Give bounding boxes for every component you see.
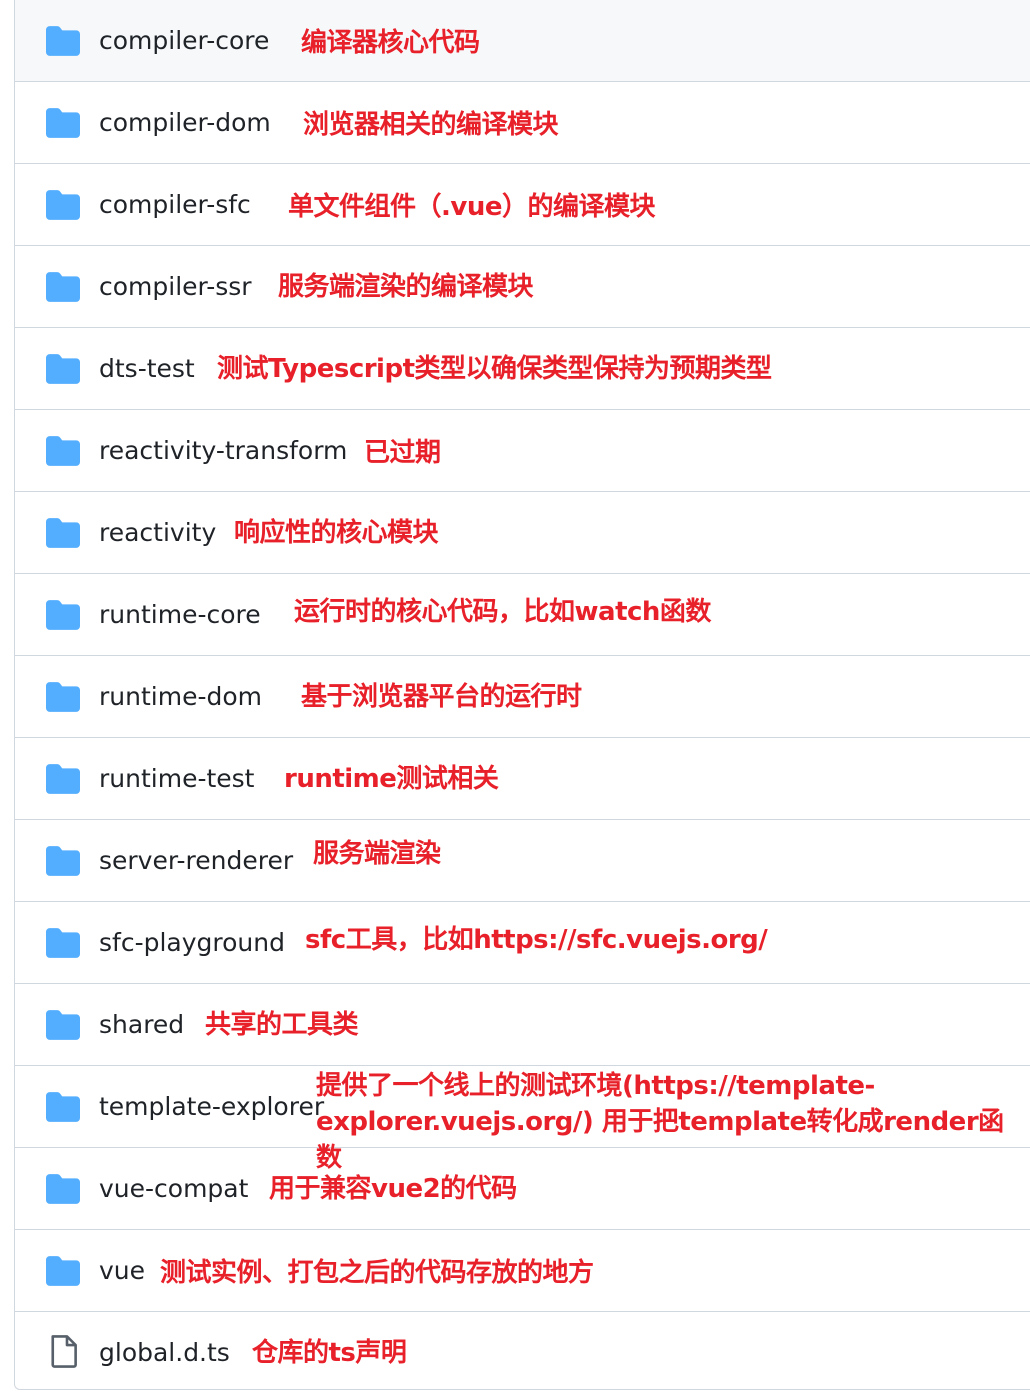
folder-icon — [46, 1092, 80, 1122]
folder-name-link[interactable]: server-renderer — [99, 844, 293, 878]
annotation-text: 已过期 — [364, 438, 441, 468]
list-item-runtime-test[interactable]: runtime-test runtime测试相关 — [15, 738, 1030, 820]
list-item-vue[interactable]: vue 测试实例、打包之后的代码存放的地方 — [15, 1230, 1030, 1312]
folder-name-link[interactable]: shared — [99, 1008, 184, 1042]
folder-icon — [46, 928, 80, 958]
annotation-text: 运行时的核心代码，比如watch函数 — [294, 597, 711, 627]
list-item-runtime-core[interactable]: runtime-core 运行时的核心代码，比如watch函数 — [15, 574, 1030, 656]
annotation-text: runtime测试相关 — [284, 764, 499, 794]
annotation-text: 用于兼容vue2的代码 — [269, 1174, 517, 1204]
annotation-text: sfc工具，比如https://sfc.vuejs.org/ — [305, 925, 768, 955]
list-item-reactivity[interactable]: reactivity 响应性的核心模块 — [15, 492, 1030, 574]
folder-name-link[interactable]: runtime-test — [99, 762, 254, 796]
annotation-text: 单文件组件（.vue）的编译模块 — [288, 192, 655, 222]
list-item-compiler-ssr[interactable]: compiler-ssr 服务端渲染的编译模块 — [15, 246, 1030, 328]
list-item-reactivity-transform[interactable]: reactivity-transform 已过期 — [15, 410, 1030, 492]
folder-name-link[interactable]: compiler-dom — [99, 106, 271, 140]
file-icon — [49, 1334, 79, 1368]
annotation-text: 测试Typescript类型以确保类型保持为预期类型 — [217, 354, 772, 384]
annotation-text: 测试实例、打包之后的代码存放的地方 — [160, 1258, 594, 1288]
list-item-template-explorer[interactable]: template-explorer 提供了一个线上的测试环境(https://t… — [15, 1066, 1030, 1173]
folder-icon — [46, 354, 80, 384]
annotation-text: 服务端渲染的编译模块 — [278, 272, 534, 302]
list-item-sfc-playground[interactable]: sfc-playground sfc工具，比如https://sfc.vuejs… — [15, 902, 1030, 984]
folder-icon — [46, 846, 80, 876]
folder-name-link[interactable]: reactivity-transform — [99, 434, 347, 468]
folder-icon — [46, 190, 80, 220]
folder-name-link[interactable]: vue — [99, 1254, 145, 1288]
folder-name-link[interactable]: compiler-ssr — [99, 270, 252, 304]
list-item-compiler-dom[interactable]: compiler-dom 浏览器相关的编译模块 — [15, 82, 1030, 164]
list-item-dts-test[interactable]: dts-test 测试Typescript类型以确保类型保持为预期类型 — [15, 328, 1030, 410]
folder-name-link[interactable]: dts-test — [99, 352, 195, 386]
folder-name-link[interactable]: vue-compat — [99, 1172, 248, 1206]
file-name-link[interactable]: global.d.ts — [99, 1336, 230, 1370]
folder-name-link[interactable]: compiler-core — [99, 24, 269, 58]
folder-icon — [46, 26, 80, 56]
folder-icon — [46, 436, 80, 466]
list-item-server-renderer[interactable]: server-renderer 服务端渲染 — [15, 820, 1030, 902]
annotation-text: 基于浏览器平台的运行时 — [301, 682, 582, 712]
annotation-text: 浏览器相关的编译模块 — [303, 110, 559, 140]
list-item-global-d-ts[interactable]: global.d.ts 仓库的ts声明 — [15, 1312, 1030, 1392]
annotation-text: 响应性的核心模块 — [234, 518, 439, 548]
folder-icon — [46, 764, 80, 794]
list-item-runtime-dom[interactable]: runtime-dom 基于浏览器平台的运行时 — [15, 656, 1030, 738]
annotation-text: 仓库的ts声明 — [252, 1338, 407, 1368]
folder-icon — [46, 518, 80, 548]
folder-name-link[interactable]: sfc-playground — [99, 926, 285, 960]
list-item-shared[interactable]: shared 共享的工具类 — [15, 984, 1030, 1066]
folder-name-link[interactable]: template-explorer — [99, 1090, 324, 1124]
annotation-text: 服务端渲染 — [313, 839, 441, 869]
folder-name-link[interactable]: runtime-dom — [99, 680, 262, 714]
list-item-compiler-sfc[interactable]: compiler-sfc 单文件组件（.vue）的编译模块 — [15, 164, 1030, 246]
folder-icon — [46, 1174, 80, 1204]
folder-icon — [46, 1256, 80, 1286]
folder-name-link[interactable]: reactivity — [99, 516, 216, 550]
annotation-text: 共享的工具类 — [205, 1010, 359, 1040]
folder-name-link[interactable]: runtime-core — [99, 598, 261, 632]
folder-icon — [46, 1010, 80, 1040]
folder-name-link[interactable]: compiler-sfc — [99, 188, 251, 222]
folder-icon — [46, 682, 80, 712]
list-item-compiler-core[interactable]: compiler-core 编译器核心代码 — [15, 0, 1030, 82]
folder-icon — [46, 600, 80, 630]
folder-icon — [46, 108, 80, 138]
list-item-vue-compat[interactable]: vue-compat 用于兼容vue2的代码 — [15, 1148, 1030, 1230]
folder-icon — [46, 272, 80, 302]
file-list: compiler-core 编译器核心代码 compiler-dom 浏览器相关… — [14, 0, 1030, 1390]
annotation-text: 编译器核心代码 — [301, 28, 480, 58]
